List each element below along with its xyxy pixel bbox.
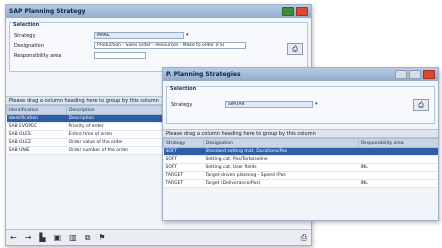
table-row[interactable]: Identification Description bbox=[6, 114, 167, 123]
cell-description: Description bbox=[66, 114, 167, 123]
column-header-description[interactable]: Description bbox=[66, 105, 167, 115]
cell-area: INL bbox=[358, 179, 438, 188]
front-selection-label: Selection bbox=[170, 86, 197, 92]
printer-icon: ⎙ bbox=[418, 101, 424, 109]
cell-identification: SAB UNIE bbox=[6, 146, 67, 155]
cell-identification: SAB OLES bbox=[6, 130, 67, 139]
cell-designation: Target (Deliverance/Pos) bbox=[203, 179, 359, 188]
column-header-responsibility[interactable]: Responsibility area bbox=[358, 138, 438, 148]
flag-icon[interactable]: ⚑ bbox=[98, 233, 105, 242]
chevron-down-icon[interactable]: ▾ bbox=[315, 101, 318, 107]
front-window-title: P. Planning Strategies bbox=[166, 71, 241, 78]
column-header-identification[interactable]: Identification bbox=[6, 105, 67, 115]
cell-identification: SAB OLEZ bbox=[6, 138, 67, 147]
cell-identification: SAB EVOPEC bbox=[6, 122, 67, 131]
table-row[interactable]: SOFT Standard setting mat. Durations/Pos bbox=[163, 147, 438, 156]
cell-designation: Setting cat. User fields bbox=[203, 163, 359, 172]
cell-designation: Target-driven planning - Speed (Pos bbox=[203, 171, 359, 180]
column-header-strategy[interactable]: Strategy bbox=[163, 138, 204, 148]
cell-description: Order number of the order bbox=[66, 146, 167, 155]
back-responsibility-field[interactable] bbox=[94, 52, 146, 59]
cell-description: Order value of the order bbox=[66, 138, 167, 147]
front-field-label-strategy: Strategy bbox=[171, 102, 193, 108]
cell-identification: Identification bbox=[6, 114, 67, 123]
table-row[interactable]: TARGET Target-driven planning - Speed (P… bbox=[163, 171, 438, 180]
column-header-designation[interactable]: Designation bbox=[203, 138, 359, 148]
table-row[interactable]: SAB EVOPEC Priority of order bbox=[6, 122, 167, 131]
cell-strategy: TARGET bbox=[163, 171, 204, 180]
minimize-button[interactable] bbox=[395, 70, 407, 79]
cell-strategy: SOFT bbox=[163, 155, 204, 164]
table-row[interactable]: SAB OLEZ Order value of the order bbox=[6, 138, 167, 147]
printer-icon: ⎙ bbox=[292, 45, 298, 53]
print-icon[interactable]: ⎙ bbox=[301, 233, 307, 243]
new-document-icon[interactable]: ▙ bbox=[39, 233, 45, 242]
front-group-hint: Please drag a column heading here to gro… bbox=[163, 129, 438, 138]
cell-area: INL bbox=[358, 163, 438, 172]
table-row[interactable]: SAB OLES Entire time of order bbox=[6, 130, 167, 139]
cell-designation: Setting cat. Pos/Tortoiseline bbox=[203, 155, 359, 164]
minimize-button[interactable] bbox=[282, 7, 294, 16]
table-row[interactable]: SOFT Setting cat. User fields INL bbox=[163, 163, 438, 172]
cell-description: Entire time of order bbox=[66, 130, 167, 139]
back-field-label-designation: Designation bbox=[14, 43, 44, 49]
cell-strategy: SOFT bbox=[163, 147, 204, 156]
back-selection-label: Selection bbox=[13, 22, 40, 28]
table-row[interactable]: TARGET Target (Deliverance/Pos) INL bbox=[163, 179, 438, 188]
arrow-right-icon[interactable]: → bbox=[25, 233, 32, 242]
save-icon[interactable]: ▣ bbox=[54, 233, 62, 242]
copy-icon[interactable]: ⧉ bbox=[85, 233, 91, 243]
front-window-titlebar[interactable]: P. Planning Strategies bbox=[163, 68, 438, 81]
cell-area bbox=[358, 171, 438, 180]
back-run-button[interactable]: ⎙ bbox=[287, 43, 303, 55]
back-selection-group: Selection Strategy MAKE ▾ Designation Pr… bbox=[9, 22, 308, 72]
cell-designation: Standard setting mat. Durations/Pos bbox=[203, 147, 359, 156]
back-field-label-responsibility: Responsibility area bbox=[14, 53, 62, 59]
cell-description: Priority of order bbox=[66, 122, 167, 131]
back-bottom-toolbar: ← → ▙ ▣ ▥ ⧉ ⚑ ⎙ bbox=[6, 229, 311, 245]
front-window: P. Planning Strategies Selection Strateg… bbox=[162, 67, 439, 221]
arrow-left-icon[interactable]: ← bbox=[10, 233, 17, 242]
front-strategy-select[interactable]: SIMTAR bbox=[225, 101, 313, 108]
table-row[interactable]: SOFT Setting cat. Pos/Tortoiseline bbox=[163, 155, 438, 164]
cell-strategy: SOFT bbox=[163, 163, 204, 172]
maximize-button[interactable] bbox=[409, 70, 421, 79]
cell-area bbox=[358, 147, 438, 156]
front-results-table: Strategy Designation Responsibility area… bbox=[163, 138, 438, 188]
close-button[interactable] bbox=[296, 7, 308, 16]
back-strategy-select[interactable]: MAKE bbox=[94, 32, 184, 39]
close-button[interactable] bbox=[423, 70, 435, 79]
back-designation-field[interactable]: Production - Sales order - Resources - M… bbox=[94, 42, 246, 49]
back-results-table: Identification Description Identificatio… bbox=[6, 105, 167, 155]
delete-icon[interactable]: ▥ bbox=[69, 233, 77, 242]
chevron-down-icon[interactable]: ▾ bbox=[186, 32, 189, 38]
table-row[interactable]: SAB UNIE Order number of the order bbox=[6, 146, 167, 155]
front-selection-group: Selection Strategy SIMTAR ▾ ⎙ bbox=[166, 86, 435, 124]
cell-strategy: TARGET bbox=[163, 179, 204, 188]
back-window-titlebar[interactable]: SAP Planning Strategy bbox=[6, 5, 311, 18]
front-run-button[interactable]: ⎙ bbox=[413, 99, 429, 111]
back-window-title: SAP Planning Strategy bbox=[9, 8, 86, 15]
cell-area bbox=[358, 155, 438, 164]
back-field-label-strategy: Strategy bbox=[14, 33, 36, 39]
